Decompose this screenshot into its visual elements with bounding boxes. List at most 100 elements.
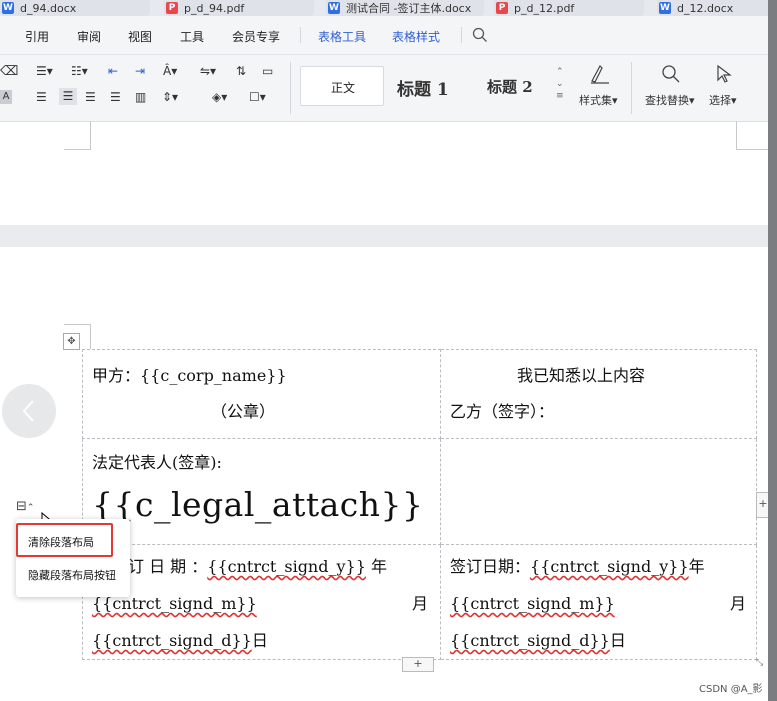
- tab-d94-docx[interactable]: W d_94.docx: [0, 0, 150, 16]
- add-row-button[interactable]: +: [402, 657, 434, 672]
- paragraph-layout-menu: 清除段落布局 隐藏段落布局按钮: [16, 519, 130, 597]
- menu-table-style[interactable]: 表格样式: [392, 28, 440, 45]
- acknowledgement-text: 我已知悉以上内容: [517, 366, 646, 385]
- style-scroll-icon[interactable]: ⌃ ⌄ ≡: [556, 66, 564, 102]
- sign-year-field: {{cntrct_signd_y}}: [207, 557, 366, 576]
- margin-mark: [736, 121, 737, 149]
- party-a-text: 甲方：{{c_corp_name}}: [92, 366, 287, 385]
- clear-paragraph-layout-item[interactable]: 清除段落布局: [28, 534, 94, 550]
- tab-contract-docx[interactable]: W 测试合同 -签订主体.docx: [326, 0, 484, 16]
- watermark-text: CSDN @A_影: [699, 684, 763, 695]
- tab-label: p_d_94.pdf: [184, 1, 245, 15]
- find-replace-button[interactable]: 查找替换▾: [645, 92, 695, 108]
- tab-icon[interactable]: ▭: [262, 64, 273, 78]
- party-b-text: 乙方（签字）：: [450, 402, 555, 421]
- ribbon-divider: [290, 62, 291, 114]
- sign-year-field: {{cntrct_signd_y}}: [530, 557, 689, 576]
- select-button[interactable]: 选择▾: [709, 92, 737, 108]
- tab-label: d_12.docx: [677, 1, 734, 15]
- margin-mark: [64, 324, 91, 325]
- decrease-indent-icon[interactable]: ⇤: [108, 64, 118, 78]
- increase-indent-icon[interactable]: ⇥: [135, 64, 145, 78]
- window-edge: [768, 0, 777, 701]
- tab-label: d_94.docx: [20, 1, 77, 15]
- paragraph-layout-icon: ⊟: [16, 499, 27, 514]
- sort-icon[interactable]: ⇅: [236, 64, 246, 78]
- eraser-icon[interactable]: ⌫: [0, 64, 18, 79]
- line-spacing-icon[interactable]: ⇕▾: [162, 90, 178, 104]
- sign-month-field: {{cntrct_signd_m}}: [450, 594, 615, 613]
- menu-member[interactable]: 会员专享: [232, 28, 280, 45]
- menu-bar: 引用 审阅 视图 工具 会员专享 表格工具 表格样式: [0, 16, 777, 55]
- menu-review[interactable]: 审阅: [77, 28, 101, 45]
- chevron-left-icon: [22, 400, 34, 422]
- day-unit: 日: [251, 631, 268, 650]
- select-cursor-icon[interactable]: [715, 64, 733, 84]
- word-doc-icon: W: [659, 2, 671, 14]
- month-unit: 月: [412, 594, 429, 613]
- tab-label: 测试合同 -签订主体.docx: [346, 2, 472, 15]
- table-cell[interactable]: 订 日 期 ：{{cntrct_signd_y}} 年 {{cntrct_sig…: [82, 544, 441, 660]
- style-heading1[interactable]: 标题 1: [397, 75, 449, 100]
- legal-rep-label: 法定代表人(签章):: [92, 453, 222, 472]
- hide-layout-button-item[interactable]: 隐藏段落布局按钮: [28, 567, 116, 583]
- style-set-button[interactable]: 样式集▾: [579, 92, 618, 108]
- table-cell[interactable]: [440, 438, 757, 545]
- year-unit: 年: [688, 557, 705, 576]
- style-normal[interactable]: 正文: [300, 66, 384, 106]
- tab-d12-docx[interactable]: W d_12.docx: [657, 0, 769, 16]
- line-break-icon[interactable]: ⇋▾: [200, 64, 216, 78]
- table-cell[interactable]: 签订日期：{{cntrct_signd_y}}年 {{cntrct_signd_…: [440, 544, 757, 660]
- contract-signature-table: 甲方：{{c_corp_name}} （公章） 我已知悉以上内容 乙方（签字）：…: [82, 349, 757, 660]
- table-cell[interactable]: 我已知悉以上内容 乙方（签字）：: [440, 349, 757, 439]
- tab-p-d94-pdf[interactable]: P p_d_94.pdf: [164, 0, 314, 16]
- char-shading-button[interactable]: A: [0, 90, 12, 104]
- style-normal-label: 正文: [331, 81, 356, 95]
- tab-label: p_d_12.pdf: [514, 1, 575, 15]
- month-unit: 月: [730, 594, 747, 613]
- word-doc-icon: W: [2, 2, 14, 14]
- border-icon[interactable]: ☐▾: [249, 90, 266, 104]
- distribute-icon[interactable]: ▥: [135, 90, 146, 104]
- menu-tools[interactable]: 工具: [180, 28, 204, 45]
- ribbon-divider: [631, 62, 632, 114]
- margin-mark: [64, 149, 91, 150]
- sign-day-field: {{cntrct_signd_d}}: [92, 631, 252, 650]
- margin-mark: [90, 324, 91, 349]
- table-cell[interactable]: 甲方：{{c_corp_name}} （公章）: [82, 349, 441, 439]
- margin-mark: [90, 121, 91, 149]
- shading-icon[interactable]: ◈▾: [212, 90, 227, 104]
- pdf-icon: P: [496, 2, 508, 14]
- numbered-list-icon[interactable]: ☷▾: [71, 64, 88, 78]
- align-right-icon[interactable]: ☰: [85, 90, 96, 104]
- justify-icon[interactable]: ☰: [110, 90, 121, 104]
- menu-table-tools[interactable]: 表格工具: [318, 28, 366, 45]
- pdf-icon: P: [166, 2, 178, 14]
- year-unit: 年: [365, 557, 387, 576]
- table-move-handle-icon[interactable]: ✥: [63, 333, 80, 350]
- find-replace-icon[interactable]: [661, 64, 681, 84]
- legal-attach-placeholder: {{c_legal_attach}}: [92, 485, 424, 524]
- style-heading2[interactable]: 标题 2: [487, 76, 533, 97]
- prev-page-button[interactable]: [2, 384, 56, 438]
- font-size-icon[interactable]: Â▾: [163, 64, 177, 78]
- chevron-up-icon: ⌃: [26, 503, 35, 513]
- table-resize-handle-icon[interactable]: ⤡: [756, 658, 766, 668]
- page-gap: [0, 225, 777, 247]
- table-cell[interactable]: 法定代表人(签章): {{c_legal_attach}}: [82, 438, 441, 545]
- seal-text: （公章）: [211, 402, 276, 421]
- align-left-icon[interactable]: ☰: [36, 90, 47, 104]
- menu-references[interactable]: 引用: [25, 28, 49, 45]
- tab-p-d12-pdf[interactable]: P p_d_12.pdf: [494, 0, 644, 16]
- bullet-list-icon[interactable]: ☰▾: [36, 64, 53, 78]
- align-center-icon[interactable]: ☰: [59, 88, 77, 105]
- document-tab-bar: W d_94.docx P p_d_94.pdf W 测试合同 -签订主体.do…: [0, 0, 777, 16]
- menu-divider: [461, 27, 462, 43]
- menu-view[interactable]: 视图: [128, 28, 152, 45]
- menu-divider: [300, 27, 301, 43]
- word-doc-icon: W: [328, 2, 340, 14]
- sign-date-label: 签订日期：: [450, 557, 531, 576]
- style-set-icon[interactable]: [588, 63, 612, 85]
- sign-day-field: {{cntrct_signd_d}}: [450, 631, 610, 650]
- search-icon[interactable]: [472, 27, 488, 43]
